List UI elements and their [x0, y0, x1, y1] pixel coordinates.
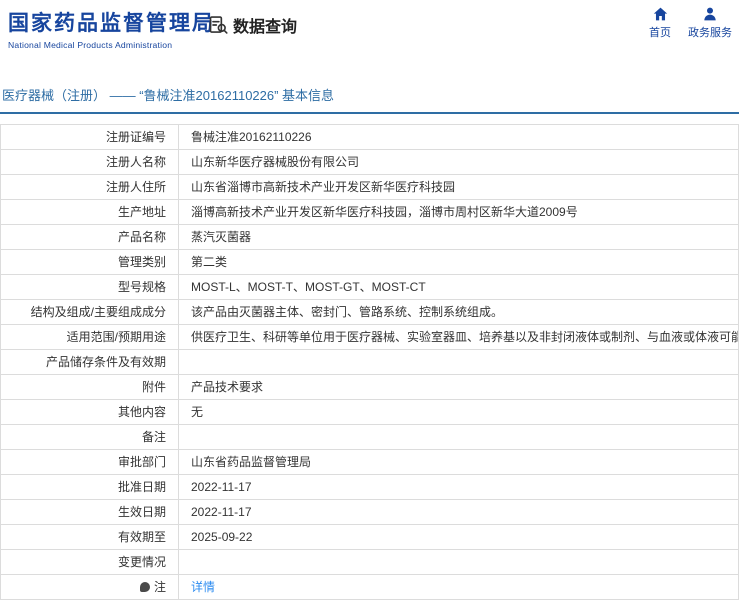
row-value [178, 424, 739, 450]
table-row: 变更情况 [0, 549, 739, 575]
row-value: 第二类 [178, 249, 739, 275]
table-row: 注册人住所 山东省淄博市高新技术产业开发区新华医疗科技园 [0, 174, 739, 200]
table-row: 适用范围/预期用途 供医疗卫生、科研等单位用于医疗器械、实验室器皿、培养基以及非封… [0, 324, 739, 350]
data-query-heading: 数据查询 [208, 13, 297, 37]
row-label: 其他内容 [0, 399, 179, 425]
info-table: 注册证编号 鲁械注准20162110226 注册人名称 山东新华医疗器械股份有限公司注… [0, 124, 739, 600]
table-row: 产品储存条件及有效期 [0, 349, 739, 375]
row-label: 生产地址 [0, 199, 179, 225]
home-icon [652, 6, 669, 22]
row-value: 山东省淄博市高新技术产业开发区新华医疗科技园 [178, 174, 739, 200]
row-value: 供医疗卫生、科研等单位用于医疗器械、实验室器皿、培养基以及非封闭液体或制剂、与血… [178, 324, 739, 350]
row-value: 蒸汽灭菌器 [178, 224, 739, 250]
nmpa-logo[interactable]: 国家药品监督管理局 National Medical Products Admi… [8, 7, 215, 50]
row-value: MOST-L、MOST-T、MOST-GT、MOST-CT [178, 274, 739, 300]
table-row: 注详情 [0, 574, 739, 600]
table-row: 审批部门 山东省药品监督管理局 [0, 449, 739, 475]
row-label: 注册人名称 [0, 149, 179, 175]
data-query-icon [208, 15, 228, 35]
row-label: 生效日期 [0, 499, 179, 525]
row-value: 2025-09-22 [178, 524, 739, 550]
row-label: 注册证编号 [0, 124, 179, 150]
row-label: 产品名称 [0, 224, 179, 250]
row-value [178, 549, 739, 575]
row-label: 型号规格 [0, 274, 179, 300]
row-value: 淄博高新技术产业开发区新华医疗科技园，淄博市周村区新华大道2009号 [178, 199, 739, 225]
row-value: 该产品由灭菌器主体、密封门、管路系统、控制系统组成。 [178, 299, 739, 325]
row-label: 批准日期 [0, 474, 179, 500]
row-label: 管理类别 [0, 249, 179, 275]
table-row: 附件 产品技术要求 [0, 374, 739, 400]
note-icon [139, 582, 150, 592]
row-label: 备注 [0, 424, 179, 450]
table-row: 生产地址 淄博高新技术产业开发区新华医疗科技园，淄博市周村区新华大道2009号 [0, 199, 739, 225]
table-row: 其他内容无 [0, 399, 739, 425]
row-label: 结构及组成/主要组成成分 [0, 299, 179, 325]
row-label: 审批部门 [0, 449, 179, 475]
row-value: 山东省药品监督管理局 [178, 449, 739, 475]
logo-title-en: National Medical Products Administration [8, 40, 173, 50]
logo-title-cn: 国家药品监督管理局 [8, 12, 215, 35]
data-query-label: 数据查询 [233, 19, 298, 36]
row-value: 山东新华医疗器械股份有限公司 [178, 149, 739, 175]
row-label: 注 [0, 574, 179, 600]
row-label: 变更情况 [0, 549, 179, 575]
table-row: 产品名称 蒸汽灭菌器 [0, 224, 739, 250]
table-row: 生效日期 2022-11-17 [0, 499, 739, 525]
nav-gov-services-label: 政务服务 [688, 27, 732, 39]
table-row: 结构及组成/主要组成成分 该产品由灭菌器主体、密封门、管路系统、控制系统组成。 [0, 299, 739, 325]
nav-home[interactable]: 首页 [635, 4, 685, 40]
row-value: 无 [178, 399, 739, 425]
row-label: 产品储存条件及有效期 [0, 349, 179, 375]
header: 国家药品监督管理局 National Medical Products Admi… [0, 0, 739, 58]
table-row: 批准日期 2022-11-17 [0, 474, 739, 500]
table-row: 注册人名称 山东新华医疗器械股份有限公司 [0, 149, 739, 175]
top-nav: 首页 政务服务 [635, 4, 735, 40]
person-icon [702, 6, 718, 22]
row-label: 注册人住所 [0, 174, 179, 200]
row-value: 产品技术要求 [178, 374, 739, 400]
table-row: 注册证编号 鲁械注准20162110226 [0, 124, 739, 150]
row-label: 附件 [0, 374, 179, 400]
nav-home-label: 首页 [649, 27, 671, 39]
table-row: 管理类别 第二类 [0, 249, 739, 275]
detail-link[interactable]: 详情 [191, 580, 215, 594]
info-table-body: 注册证编号 鲁械注准20162110226 注册人名称 山东新华医疗器械股份有限公司注… [0, 124, 739, 600]
row-label: 有效期至 [0, 524, 179, 550]
row-value: 鲁械注准20162110226 [178, 124, 739, 150]
page-title: 医疗器械（注册） —— “鲁械注准20162110226” 基本信息 [0, 85, 739, 114]
row-value: 2022-11-17 [178, 499, 739, 525]
row-label: 适用范围/预期用途 [0, 324, 179, 350]
row-value: 详情 [178, 574, 739, 600]
table-row: 型号规格 MOST-L、MOST-T、MOST-GT、MOST-CT [0, 274, 739, 300]
nav-gov-services[interactable]: 政务服务 [685, 4, 735, 40]
table-row: 备注 [0, 424, 739, 450]
row-value [178, 349, 739, 375]
table-row: 有效期至 2025-09-22 [0, 524, 739, 550]
row-value: 2022-11-17 [178, 474, 739, 500]
